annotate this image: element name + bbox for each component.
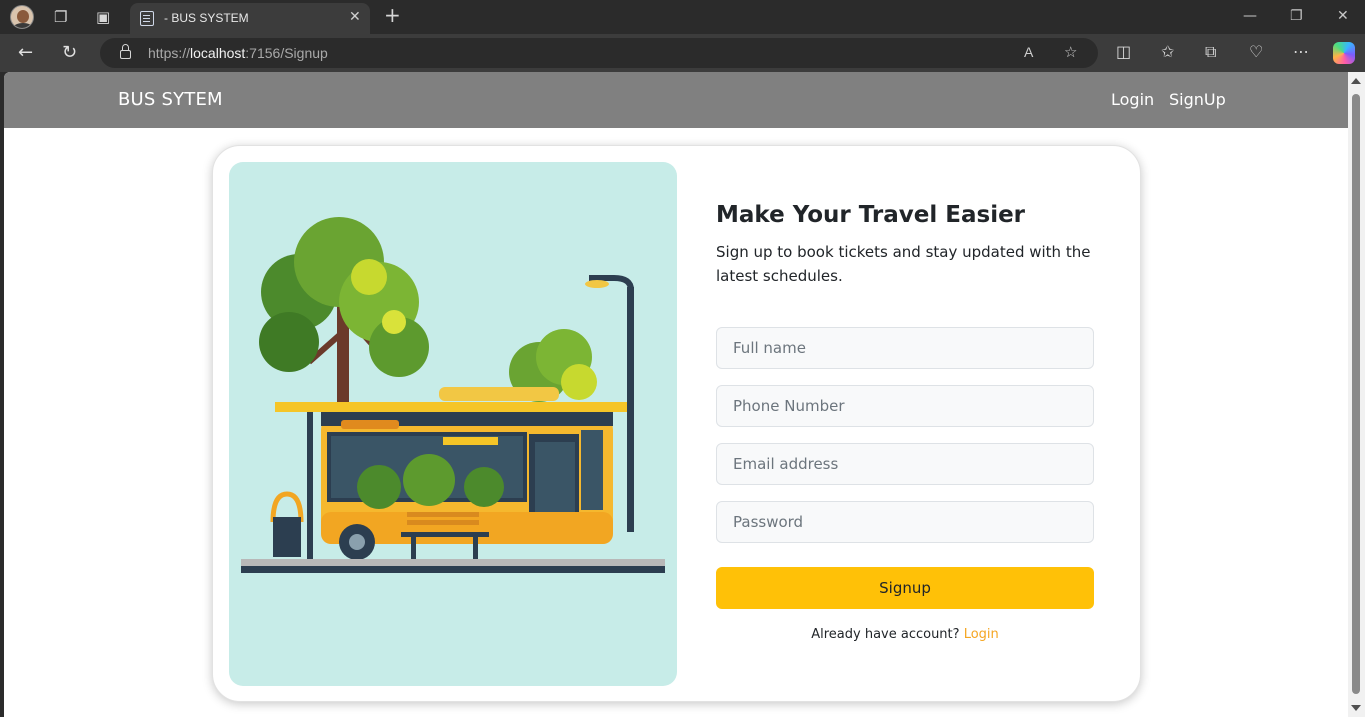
login-prompt: Already have account? Login [716,627,1094,642]
collections-icon[interactable]: ⧉ [1205,43,1216,61]
lock-icon[interactable] [120,44,131,59]
close-tab-icon[interactable]: ✕ [349,9,361,25]
url-text[interactable]: https://localhost:7156/Signup [148,45,328,61]
copilot-icon[interactable] [1333,42,1355,64]
split-screen-icon[interactable]: ◫ [1116,43,1131,61]
signup-card: Make Your Travel Easier Sign up to book … [212,145,1141,702]
tab-actions-icon[interactable]: ▣ [96,9,110,25]
login-link[interactable]: Login [964,627,999,642]
page-viewport: BUS SYTEM Login SignUp Make Your Travel … [4,72,1348,717]
restore-icon[interactable]: ❐ [1290,8,1303,24]
close-window-icon[interactable]: ✕ [1337,8,1349,24]
nav-login-link[interactable]: Login [1111,90,1154,109]
more-options-icon[interactable]: ⋯ [1293,43,1309,61]
password-input[interactable] [716,501,1094,543]
address-toolbar: ← ↻ https://localhost:7156/Signup A ☆ ◫ … [0,34,1365,72]
new-tab-icon[interactable]: + [384,5,401,25]
browser-tab-bar: ❐ ▣ - BUS SYSTEM ✕ + — ❐ ✕ [0,0,1365,34]
page-scrollbar[interactable] [1348,72,1365,717]
workspaces-icon[interactable]: ❐ [54,9,67,25]
tab-title: - BUS SYSTEM [164,11,249,25]
phone-number-input[interactable] [716,385,1094,427]
back-icon[interactable]: ← [18,43,33,63]
bus-stop-image [241,217,665,573]
address-bar[interactable]: https://localhost:7156/Signup A ☆ [100,38,1098,68]
signup-heading: Make Your Travel Easier [716,202,1026,228]
read-aloud-icon[interactable]: A [1024,44,1033,60]
scrollbar-thumb[interactable] [1352,94,1360,694]
signup-subtext: Sign up to book tickets and stay updated… [716,243,1091,285]
nav-signup-link[interactable]: SignUp [1169,90,1226,109]
email-input[interactable] [716,443,1094,485]
site-navbar: BUS SYTEM Login SignUp [4,72,1348,128]
refresh-icon[interactable]: ↻ [62,43,77,63]
scroll-up-icon[interactable] [1351,78,1361,84]
minimize-icon[interactable]: — [1243,8,1257,24]
full-name-input[interactable] [716,327,1094,369]
page-favicon-icon [140,11,154,26]
brand-logo-text[interactable]: BUS SYTEM [118,89,223,110]
login-prompt-text: Already have account? [811,627,960,642]
favorite-star-icon[interactable]: ☆ [1064,43,1077,61]
profile-avatar[interactable] [10,5,34,29]
signup-button[interactable]: Signup [716,567,1094,609]
scroll-down-icon[interactable] [1351,705,1361,711]
browser-tab[interactable]: - BUS SYSTEM ✕ [130,3,370,34]
favorites-icon[interactable]: ✩ [1161,43,1174,61]
browser-essentials-icon[interactable]: ♡ [1249,43,1263,61]
bus-stop-illustration [229,162,677,686]
